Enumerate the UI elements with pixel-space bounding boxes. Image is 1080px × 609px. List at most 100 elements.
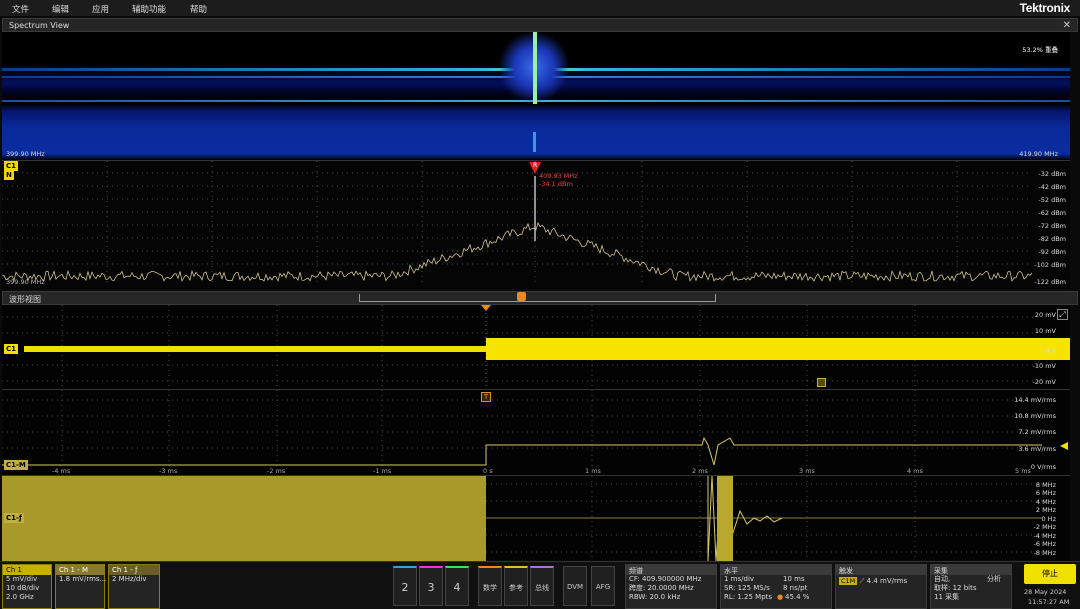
spectrum-badge-title: 频谱 — [626, 565, 716, 575]
horizontal-badge-line: SR: 125 MS/s 8 ns/pt — [721, 584, 831, 593]
trigger-level-icon[interactable] — [1060, 442, 1068, 450]
trigger-badge[interactable]: 触发 C1M ⟋ 4.4 mV/rms — [835, 564, 927, 609]
ch1m-tag[interactable]: C1-M — [4, 460, 28, 470]
spectrogram-carrier-low — [533, 132, 536, 152]
ch1m-scale: 10.8 mV/rms — [1014, 412, 1056, 420]
ch1-noise-trace — [24, 346, 486, 352]
ch1-badge-line: 2.0 GHz — [6, 593, 34, 601]
ch1m-badge-line: 1.8 mV/rms... — [59, 575, 107, 583]
ch1m-trace — [2, 436, 1042, 466]
time-tick: -3 ms — [159, 467, 178, 475]
ch1f-scale: -4 MHz — [1033, 532, 1056, 540]
ch1f-badge[interactable]: Ch 1 - ƒ 2 MHz/div — [108, 564, 160, 609]
dbm-label: -52 dBm — [1038, 196, 1066, 204]
ch1f-scale: 4 MHz — [1035, 498, 1056, 506]
overlap-readout: 53.2% 重叠 — [1022, 46, 1058, 54]
run-stop-button[interactable]: 停止 — [1024, 564, 1076, 584]
spectrum-badge[interactable]: 频谱 CF: 409.900000 MHz 跨度: 20.0000 MHz RB… — [625, 564, 717, 609]
horizontal-badge-line: 1 ms/div 10 ms — [721, 575, 831, 584]
record-overview[interactable] — [359, 294, 716, 302]
ch1-magnitude-plot: T C1-M 14.4 mV/rms 10.8 mV/rms 7.2 mV/rm… — [2, 389, 1070, 475]
ch1f-scale: -8 MHz — [1033, 549, 1056, 557]
time-tick: 0 s — [483, 467, 493, 475]
spectrum-badge-line: RBW: 20.0 kHz — [629, 593, 681, 601]
stop-freq: 419.90 MHz — [1019, 150, 1058, 158]
menu-assist[interactable]: 辅助功能 — [132, 3, 166, 15]
ch1m-scale: 14.4 mV/rms — [1014, 396, 1056, 404]
spectrum-grid — [2, 161, 1033, 286]
ch1-badge-line: 10 dB/div — [6, 584, 40, 592]
spectrum-view-title: Spectrum View ✕ — [2, 18, 1078, 32]
horizontal-badge-line: RL: 1.25 Mpts ● 45.4 % — [721, 593, 831, 602]
ch1-badge-line: 5 mV/div — [6, 575, 38, 583]
dbm-label: -62 dBm — [1038, 209, 1066, 217]
menu-edit[interactable]: 编辑 — [52, 3, 69, 15]
acquisition-badge[interactable]: 采集 自动, 分析 取样: 12 bits 11 采集 — [930, 564, 1012, 609]
time-tick: 3 ms — [799, 467, 815, 475]
time-tick: 1 ms — [585, 467, 601, 475]
acquisition-badge-title: 采集 — [931, 565, 1011, 575]
menu-apps[interactable]: 应用 — [92, 3, 109, 15]
spectrogram-carrier — [533, 32, 537, 104]
horizontal-badge[interactable]: 水平 1 ms/div 10 ms SR: 125 MS/s 8 ns/pt RL:… — [720, 564, 832, 609]
ch1-waveform-plot: C1 20 mV 10 mV 0 V -10 mV -20 mV ⤢ — [2, 305, 1070, 389]
ch1-level-marker[interactable] — [817, 378, 826, 387]
ch1m-scale: 0 V/rms — [1030, 463, 1056, 471]
acq-mode: 自动, — [934, 575, 951, 583]
ref-button[interactable]: 参考 — [504, 566, 528, 606]
dvm-button[interactable]: DVM — [563, 566, 587, 606]
time-tick: -1 ms — [373, 467, 392, 475]
afg-button[interactable]: AFG — [591, 566, 615, 606]
spectrum-n-tag[interactable]: N — [4, 170, 14, 180]
trigger-icon[interactable]: T — [481, 392, 491, 402]
dbm-label-bottom: -122 dBm — [1034, 278, 1066, 286]
ch1m-badge-title: Ch 1 - M — [56, 565, 104, 575]
ch1f-badge-title: Ch 1 - ƒ — [109, 565, 159, 575]
marker-label: R — [533, 162, 538, 169]
time-tick: 5 ms — [1015, 467, 1031, 475]
time-tick: 4 ms — [907, 467, 923, 475]
math-button[interactable]: 数学 — [478, 566, 502, 606]
ch1f-transient — [717, 476, 733, 561]
waveform-view-title: 波形视图 — [2, 291, 1078, 305]
horiz-rl: RL: 1.25 Mpts — [724, 593, 773, 601]
ch1-scale: 0 V — [1045, 347, 1056, 355]
trigger-pos-icon: ● — [777, 593, 784, 601]
ch1-tag[interactable]: C1 — [4, 344, 19, 354]
tektronix-logo: Tektronix — [1019, 1, 1071, 15]
channel-4-button[interactable]: 4 — [445, 566, 469, 606]
menu-file[interactable]: 文件 — [12, 3, 29, 15]
trigger-position-icon[interactable] — [481, 305, 491, 311]
trigger-slope-icon: ⟋ — [859, 577, 865, 585]
ch1m-scale: 7.2 mV/rms — [1018, 428, 1056, 436]
trigger-level: 4.4 mV/rms — [866, 577, 908, 585]
channel-2-button[interactable]: 2 — [393, 566, 417, 606]
overview-trigger-icon — [517, 292, 526, 301]
spectrum-plot: C1 N R 409.93 MHz -34.1 dBm -32 dBm -42 … — [2, 160, 1070, 289]
ch1m-scale: 3.6 mV/rms — [1018, 445, 1056, 453]
ch1-scale: 20 mV — [1034, 311, 1056, 319]
ch1-frequency-plot: C1-ƒ 8 MHz 6 MHz 4 MHz 2 MHz 0 Hz -2 MHz… — [2, 475, 1070, 561]
channel-3-button[interactable]: 3 — [419, 566, 443, 606]
menu-help[interactable]: 帮助 — [190, 3, 207, 15]
oscilloscope-app: 文件 编辑 应用 辅助功能 帮助 Tektronix Spectrum View… — [0, 0, 1080, 609]
ch1m-badge[interactable]: Ch 1 - M 1.8 mV/rms... — [55, 564, 107, 609]
time-tick: -2 ms — [267, 467, 286, 475]
horiz-duration: 10 ms — [783, 575, 805, 583]
ch1-badge[interactable]: Ch 1 5 mV/div 10 dB/div 2.0 GHz — [2, 564, 52, 609]
ch1f-tag[interactable]: C1-ƒ — [4, 513, 24, 523]
start-freq: 399.90 MHz — [6, 150, 45, 158]
expand-icon[interactable]: ⤢ — [1057, 309, 1068, 320]
time-tick: -4 ms — [52, 467, 71, 475]
spectrum-title-text: Spectrum View — [9, 21, 70, 30]
bottom-freq: 399.90 MHz — [6, 278, 45, 286]
marker-freq: 409.93 MHz — [539, 172, 578, 180]
ch1-scale: 10 mV — [1034, 327, 1056, 335]
bus-button[interactable]: 总线 — [530, 566, 554, 606]
spectrum-badge-line: 跨度: 20.0000 MHz — [629, 584, 694, 592]
waveform-title-text: 波形视图 — [9, 295, 41, 304]
acq-analyze: 分析 — [987, 575, 1001, 583]
ch1-scale: -10 mV — [1032, 362, 1056, 370]
close-icon[interactable]: ✕ — [1063, 20, 1071, 31]
horiz-pt: 8 ns/pt — [783, 584, 808, 592]
